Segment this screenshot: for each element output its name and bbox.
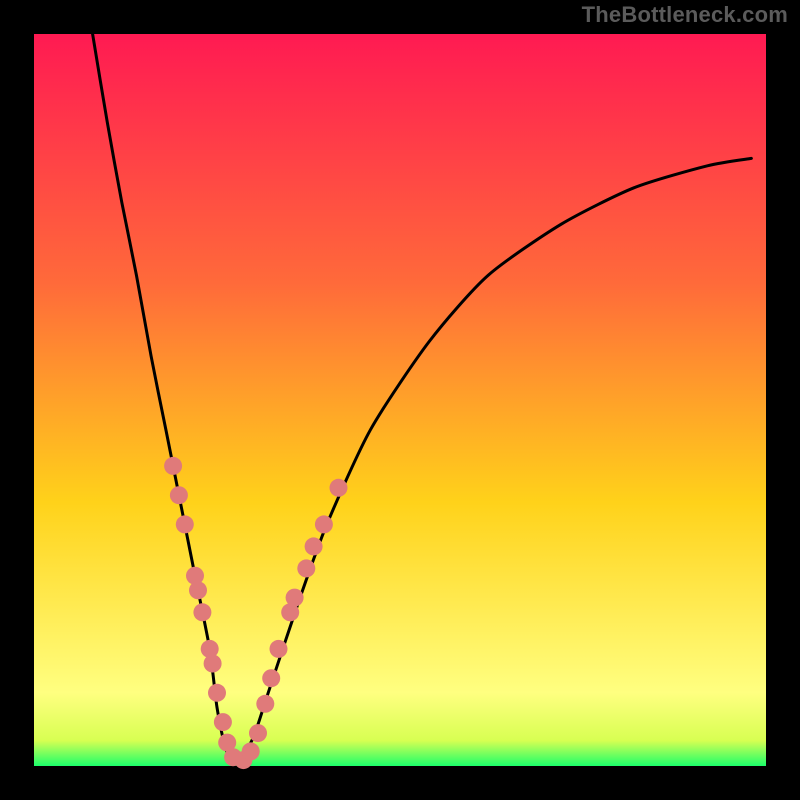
highlight-dot <box>256 695 274 713</box>
highlight-dot <box>270 640 288 658</box>
chart-svg <box>0 0 800 800</box>
highlight-dot <box>315 515 333 533</box>
highlight-dot <box>214 713 232 731</box>
highlight-dot <box>286 589 304 607</box>
chart-container: TheBottleneck.com <box>0 0 800 800</box>
highlight-dot <box>297 559 315 577</box>
highlight-dot <box>164 457 182 475</box>
highlight-dot <box>204 655 222 673</box>
highlight-dot <box>242 742 260 760</box>
highlight-dot <box>189 581 207 599</box>
highlight-dot <box>208 684 226 702</box>
watermark-text: TheBottleneck.com <box>582 2 788 28</box>
highlight-dot <box>305 537 323 555</box>
highlight-dot <box>176 515 194 533</box>
highlight-dot <box>193 603 211 621</box>
highlight-dot <box>262 669 280 687</box>
highlight-dot <box>330 479 348 497</box>
highlight-dot <box>170 486 188 504</box>
plot-area <box>34 34 766 766</box>
highlight-dot <box>249 724 267 742</box>
